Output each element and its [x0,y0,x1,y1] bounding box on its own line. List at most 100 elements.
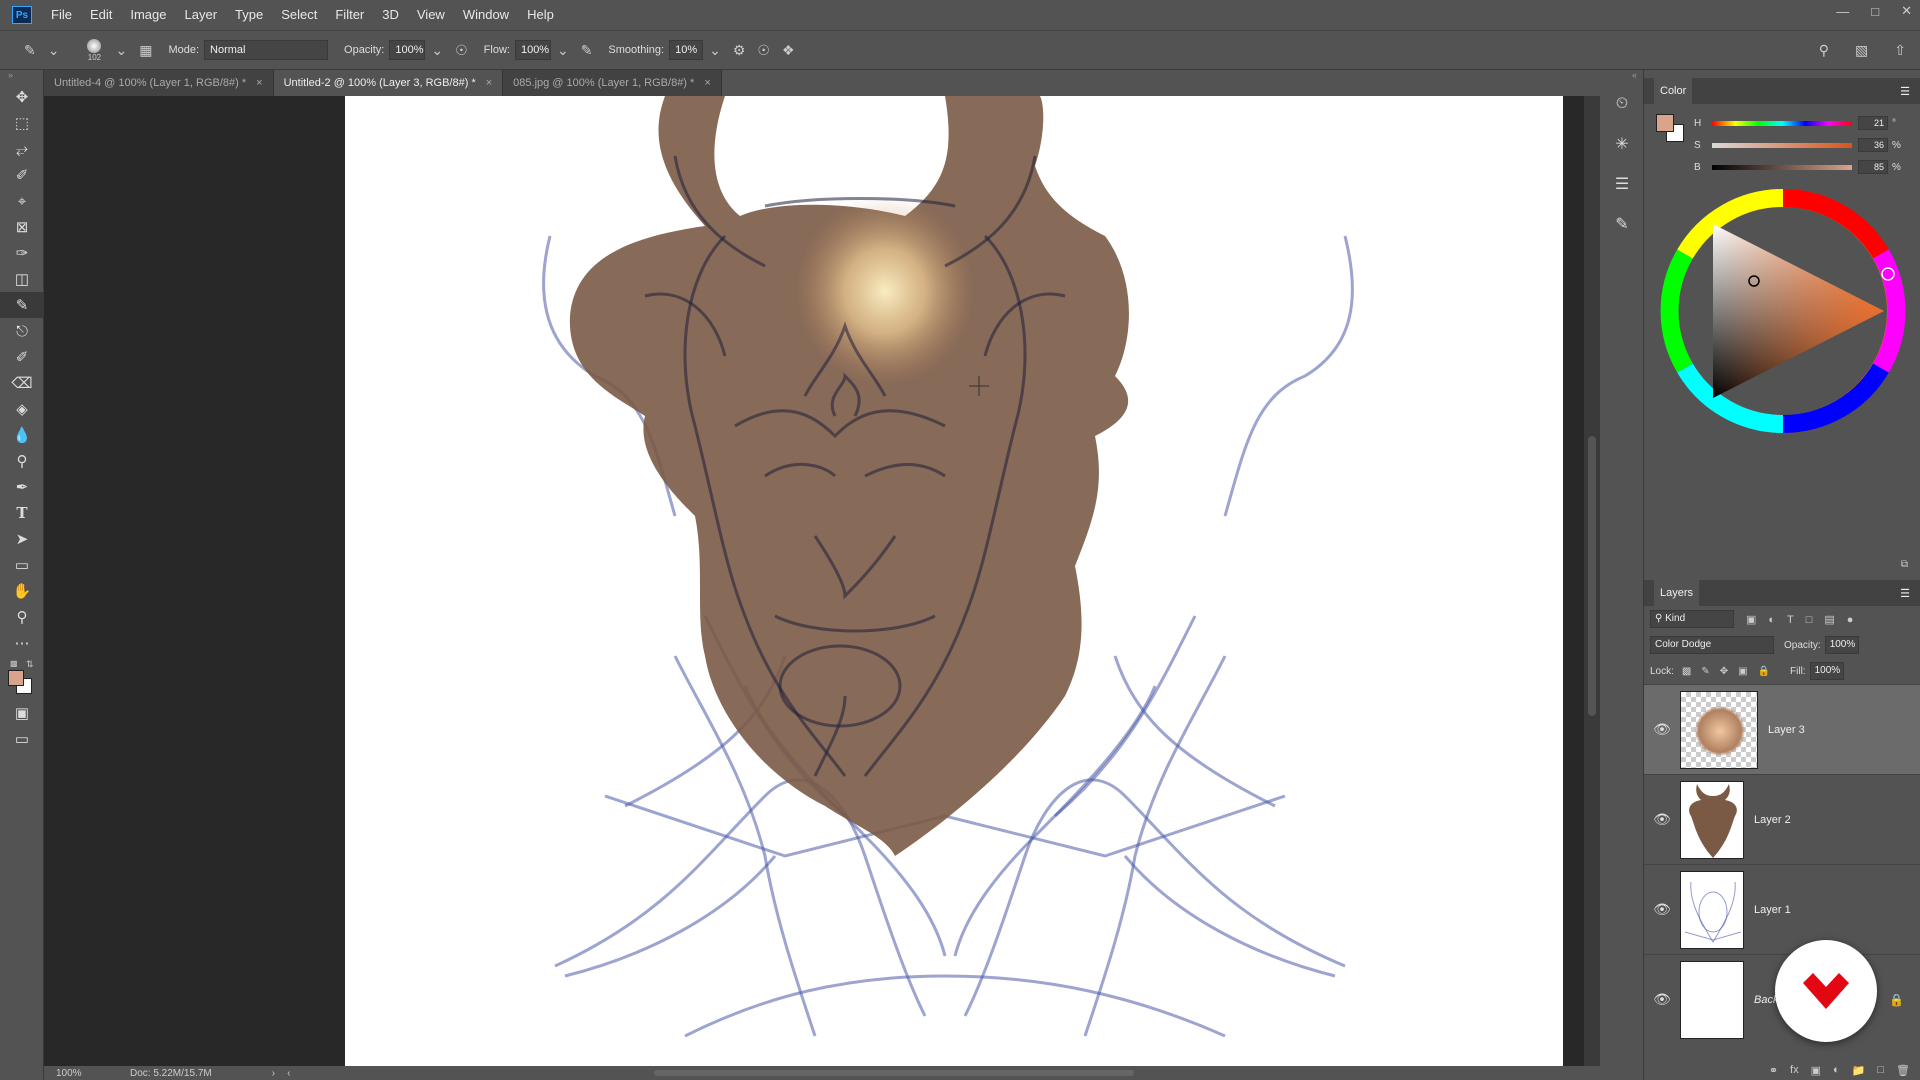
search-icon[interactable]: ⚲ [1819,42,1829,59]
brightness-track[interactable] [1712,164,1852,170]
close-icon[interactable]: × [704,77,710,89]
chevron-down-icon[interactable]: ⌄ [431,42,443,59]
layer-row-layer-1[interactable]: 👁 Layer 1 [1644,864,1920,954]
canvas-area[interactable] [44,96,1584,1066]
visibility-eye-icon[interactable]: 👁 [1644,991,1680,1008]
crop-tool-icon[interactable]: ⌖ [0,188,44,214]
default-colors-icon[interactable]: ▩ [10,659,18,668]
menu-filter[interactable]: Filter [326,0,373,30]
saturation-track[interactable] [1712,142,1852,148]
chevron-down-icon[interactable]: ⌄ [48,42,60,59]
chevron-left-icon[interactable]: ‹ [287,1068,290,1079]
menu-view[interactable]: View [408,0,454,30]
quick-mask-icon[interactable]: ▣ [0,700,44,726]
brush-preset-picker[interactable]: 102 [79,38,109,62]
collapse-icon[interactable]: « [1600,70,1643,84]
screen-mode-icon[interactable]: ▭ [0,726,44,752]
symmetry-icon[interactable]: ❖ [782,42,795,59]
clone-stamp-tool-icon[interactable]: ⎋ [0,318,44,344]
document-canvas[interactable] [345,96,1563,1066]
color-panel-title[interactable]: Color [1654,78,1693,104]
blur-tool-icon[interactable]: 💧 [0,422,44,448]
collapse-icon[interactable]: » [0,70,43,84]
add-mask-icon[interactable]: ▣ [1811,1064,1821,1077]
layer-opacity-input[interactable]: 100% [1824,636,1859,654]
layer-name[interactable]: Layer 2 [1754,814,1791,826]
chevron-down-icon[interactable]: ⌄ [115,42,127,59]
marquee-tool-icon[interactable]: ⬚ [0,110,44,136]
opacity-input[interactable]: 100% [389,40,426,60]
brightness-slider[interactable]: B 85 % [1694,160,1902,174]
quick-select-tool-icon[interactable]: ✐ [0,162,44,188]
menu-window[interactable]: Window [454,0,518,30]
blend-mode-select[interactable]: Color Dodge [1650,636,1774,654]
panel-menu-icon[interactable]: ☰ [1900,587,1910,600]
hue-value[interactable]: 21 [1858,116,1888,130]
flow-input[interactable]: 100% [514,40,551,60]
tab-untitled-2[interactable]: Untitled-2 @ 100% (Layer 3, RGB/8#) * × [273,70,504,96]
fill-input[interactable]: 100% [1809,662,1844,680]
color-wheel[interactable] [1658,186,1908,436]
visibility-eye-icon[interactable]: 👁 [1644,901,1680,918]
vertical-scrollbar[interactable] [1584,96,1600,1066]
smoothing-input[interactable]: 10% [669,40,704,60]
chevron-down-icon[interactable]: ⌄ [557,42,569,59]
frame-tool-icon[interactable]: ⊠ [0,214,44,240]
share-icon[interactable]: ⇧ [1894,42,1906,59]
navigator-icon[interactable]: ✳ [1600,124,1644,164]
brush-settings-icon[interactable]: ✎ [1600,204,1644,244]
swap-colors-icon[interactable]: ⇅ [26,659,34,670]
chevron-right-icon[interactable]: › [272,1068,275,1079]
saturation-slider[interactable]: S 36 % [1694,138,1902,152]
paint-bucket-tool-icon[interactable]: ◈ [0,396,44,422]
mode-select[interactable]: Normal [204,40,329,60]
doc-size[interactable]: Doc: 5.22M/15.7M [130,1068,212,1079]
hue-track[interactable] [1712,120,1852,126]
adjustment-layer-icon[interactable]: ◐ [1833,1064,1840,1076]
dodge-tool-icon[interactable]: ⚲ [0,448,44,474]
tab-untitled-4[interactable]: Untitled-4 @ 100% (Layer 1, RGB/8#) * × [44,70,274,96]
airbrush-icon[interactable]: ✎ [581,42,593,59]
lock-icons[interactable]: ▩✎✥▣🔒 [1682,666,1780,677]
menu-3d[interactable]: 3D [373,0,408,30]
close-icon[interactable]: × [486,77,492,89]
menu-layer[interactable]: Layer [176,0,227,30]
visibility-eye-icon[interactable]: 👁 [1644,721,1680,738]
brush-tool-icon[interactable]: ✎ [24,42,36,59]
brush-tool-icon[interactable]: ✎ [0,292,44,318]
horizontal-scroll-thumb[interactable] [654,1070,1134,1076]
close-icon[interactable]: ✕ [1901,3,1912,19]
menu-file[interactable]: File [42,0,81,30]
history-brush-tool-icon[interactable]: ✐ [0,344,44,370]
shape-tool-icon[interactable]: ▭ [0,552,44,578]
visibility-eye-icon[interactable]: 👁 [1644,811,1680,828]
gear-icon[interactable]: ⚙ [733,42,746,59]
layer-row-layer-2[interactable]: 👁 Layer 2 [1644,774,1920,864]
brightness-value[interactable]: 85 [1858,160,1888,174]
path-selection-tool-icon[interactable]: ➤ [0,526,44,552]
foreground-color-swatch[interactable] [8,670,24,686]
move-tool-icon[interactable]: ✥ [0,84,44,110]
chevron-down-icon[interactable]: ⌄ [709,42,721,59]
pressure-opacity-icon[interactable]: ☉ [455,42,468,59]
scroll-thumb[interactable] [1588,436,1596,716]
lock-icon[interactable]: 🔒 [1889,993,1904,1007]
menu-type[interactable]: Type [226,0,272,30]
eraser-tool-icon[interactable]: ⌫ [0,370,44,396]
history-icon[interactable]: ⏲ [1600,84,1644,124]
trash-icon[interactable]: 🗑 [1896,1064,1910,1077]
foreground-color-swatch[interactable] [1656,114,1674,132]
hand-tool-icon[interactable]: ✋ [0,578,44,604]
new-group-icon[interactable]: 📁 [1852,1064,1866,1077]
layers-panel-title[interactable]: Layers [1654,580,1700,606]
layer-name[interactable]: Layer 3 [1768,724,1805,736]
menu-select[interactable]: Select [272,0,326,30]
minimize-icon[interactable]: — [1836,4,1849,19]
pen-tool-icon[interactable]: ✒ [0,474,44,500]
menu-help[interactable]: Help [518,0,563,30]
lasso-tool-icon[interactable]: ⥂ [0,136,44,162]
zoom-level[interactable]: 100% [56,1068,116,1079]
type-tool-icon[interactable]: T [0,500,44,526]
menu-edit[interactable]: Edit [81,0,121,30]
new-layer-icon[interactable]: □ [1877,1064,1884,1076]
